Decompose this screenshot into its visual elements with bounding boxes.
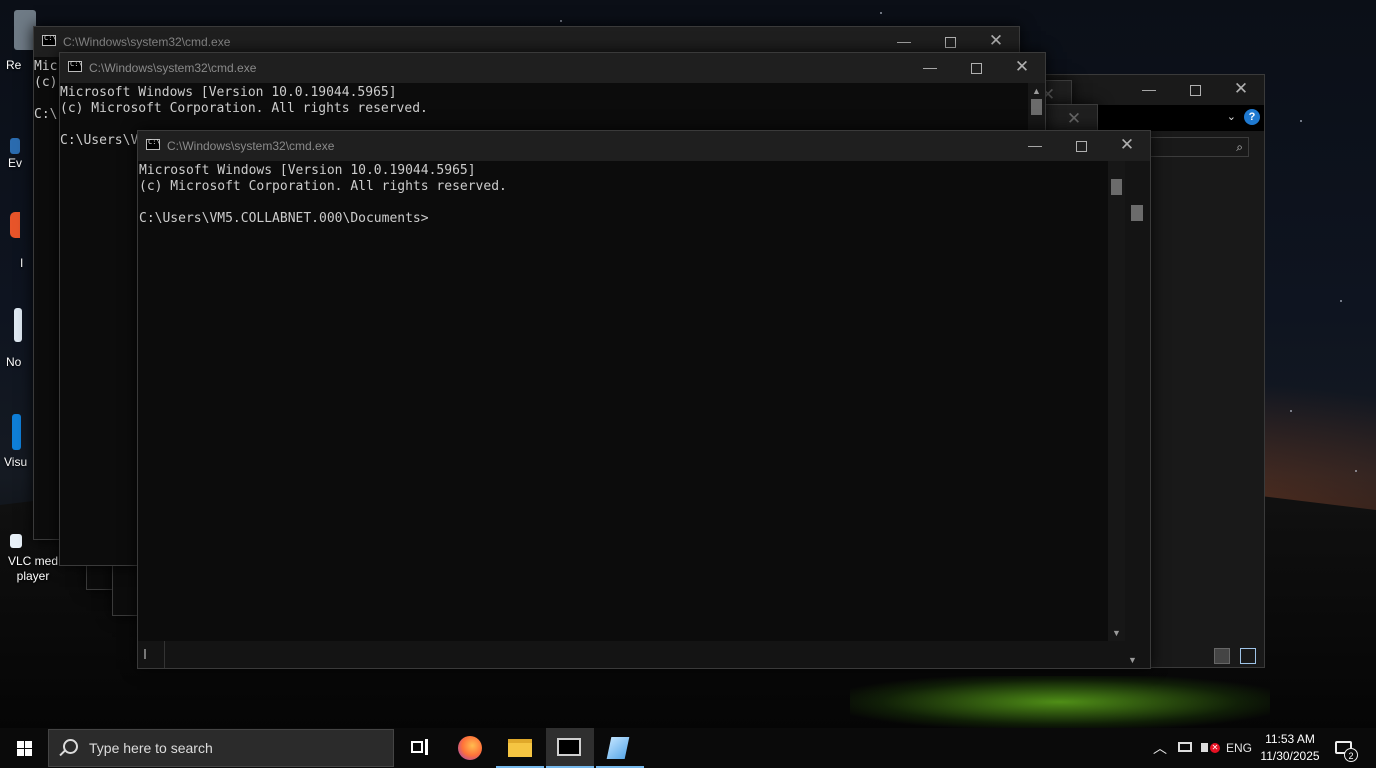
visual-studio-icon <box>12 414 21 450</box>
notifications-count-badge: 2 <box>1344 748 1358 762</box>
taskbar-firefox[interactable] <box>446 728 494 768</box>
maximize-button[interactable] <box>953 53 999 83</box>
taskbar-file-explorer[interactable] <box>496 728 544 768</box>
maximize-icon <box>944 36 956 48</box>
chevron-down-icon[interactable]: ⌄ <box>1227 110 1236 123</box>
app-icon <box>10 138 20 154</box>
action-center-button[interactable]: 2 <box>1330 728 1360 768</box>
star <box>1300 120 1302 122</box>
windows-logo-icon <box>17 741 32 756</box>
details-view-icon[interactable] <box>1214 648 1230 664</box>
volume-button[interactable]: ✕ <box>1199 728 1221 768</box>
landscape-glow <box>850 676 1270 728</box>
desktop: Re Ev I No Visu VLC med player — ✕ ⌄ ? n… <box>0 0 1376 728</box>
search-placeholder: Type here to search <box>89 740 213 756</box>
help-icon[interactable]: ? <box>1244 109 1260 125</box>
outer-scrollbar[interactable]: ▼ <box>1125 161 1150 668</box>
desktop-icon-label: VLC med player <box>7 554 59 583</box>
show-hidden-icons-button[interactable]: ︿ <box>1150 728 1170 768</box>
clock-time: 11:53 AM <box>1265 732 1315 746</box>
cmd-icon <box>42 34 57 46</box>
desktop-icon-label: Re <box>6 58 22 72</box>
minimize-button[interactable]: — <box>1126 75 1172 105</box>
file-explorer-icon <box>508 739 532 757</box>
language-label: ENG <box>1225 741 1252 755</box>
desktop-icon-label: I <box>20 256 24 270</box>
large-icons-view-icon[interactable] <box>1240 648 1256 664</box>
firefox-icon <box>458 736 482 760</box>
window-title: C:\Windows\system32\cmd.exe <box>63 35 231 49</box>
scroll-thumb[interactable] <box>144 649 146 659</box>
star <box>1340 300 1342 302</box>
console-output[interactable]: Microsoft Windows [Version 10.0.19044.59… <box>138 161 1108 641</box>
speaker-muted-icon <box>1201 743 1208 752</box>
vertical-scrollbar[interactable]: ▼ <box>1108 161 1125 641</box>
notepad-icon <box>14 308 22 342</box>
start-button[interactable] <box>0 728 48 768</box>
search-icon <box>63 739 78 754</box>
cmd-icon <box>68 60 83 72</box>
cmd-window-front[interactable]: C:\Windows\system32\cmd.exe — ✕ Microsof… <box>137 130 1151 669</box>
task-view-icon-bar <box>425 739 428 755</box>
cmd-titlebar[interactable]: C:\Windows\system32\cmd.exe — ✕ <box>138 131 1150 161</box>
muted-badge-icon: ✕ <box>1210 743 1220 753</box>
clock-date: 11/30/2025 <box>1260 749 1320 763</box>
minimize-button[interactable]: — <box>907 53 953 83</box>
language-indicator[interactable]: ENG <box>1222 728 1256 768</box>
taskbar: Type here to search ︿ ✕ ENG 11:53 AM 11/… <box>0 728 1376 768</box>
star <box>1355 470 1357 472</box>
minimize-button[interactable]: — <box>1012 131 1058 161</box>
maximize-button[interactable] <box>1172 75 1218 105</box>
clock[interactable]: 11:53 AM 11/30/2025 <box>1258 731 1322 765</box>
scroll-up-icon[interactable]: ▲ <box>1028 83 1045 99</box>
close-button[interactable]: ✕ <box>999 53 1045 83</box>
maximize-icon <box>1189 84 1201 96</box>
star <box>560 20 562 22</box>
desktop-icon-label: Visu <box>4 455 28 469</box>
scroll-thumb[interactable] <box>1131 205 1143 221</box>
cmd-titlebar[interactable]: C:\Windows\system32\cmd.exe — ✕ <box>60 53 1045 83</box>
explorer-titlebar: — ✕ <box>1041 75 1264 105</box>
maximize-button[interactable] <box>1058 131 1104 161</box>
maximize-icon <box>1075 140 1087 152</box>
network-button[interactable] <box>1175 728 1197 768</box>
app-icon <box>10 212 20 238</box>
notepad-icon <box>606 737 630 759</box>
divider <box>164 641 165 668</box>
close-button[interactable]: ✕ <box>1218 75 1264 105</box>
window-title: C:\Windows\system32\cmd.exe <box>167 139 335 153</box>
cmd-icon <box>146 138 161 150</box>
scroll-thumb[interactable] <box>1111 179 1122 195</box>
horizontal-scrollbar[interactable] <box>138 641 1125 668</box>
close-button[interactable]: ✕ <box>1104 131 1150 161</box>
cmd-icon <box>557 738 581 756</box>
star <box>880 12 882 14</box>
chevron-up-icon: ︿ <box>1153 740 1167 756</box>
taskbar-cmd[interactable] <box>546 728 594 768</box>
scroll-down-icon[interactable]: ▼ <box>1108 625 1125 641</box>
star <box>1290 410 1292 412</box>
desktop-icon-label: No <box>6 355 22 369</box>
window-title: C:\Windows\system32\cmd.exe <box>89 61 257 75</box>
scroll-down-icon[interactable]: ▼ <box>1128 655 1137 665</box>
taskbar-search-input[interactable]: Type here to search <box>48 729 394 767</box>
desktop-icon-label: Ev <box>8 156 23 170</box>
maximize-icon <box>970 62 982 74</box>
taskbar-notepad[interactable] <box>596 728 644 768</box>
search-icon: ⌕ <box>1236 140 1243 154</box>
task-view-icon <box>411 741 423 753</box>
scroll-thumb[interactable] <box>1031 99 1042 115</box>
vlc-icon <box>10 534 22 548</box>
task-view-button[interactable] <box>396 728 444 768</box>
network-icon <box>1178 742 1192 752</box>
